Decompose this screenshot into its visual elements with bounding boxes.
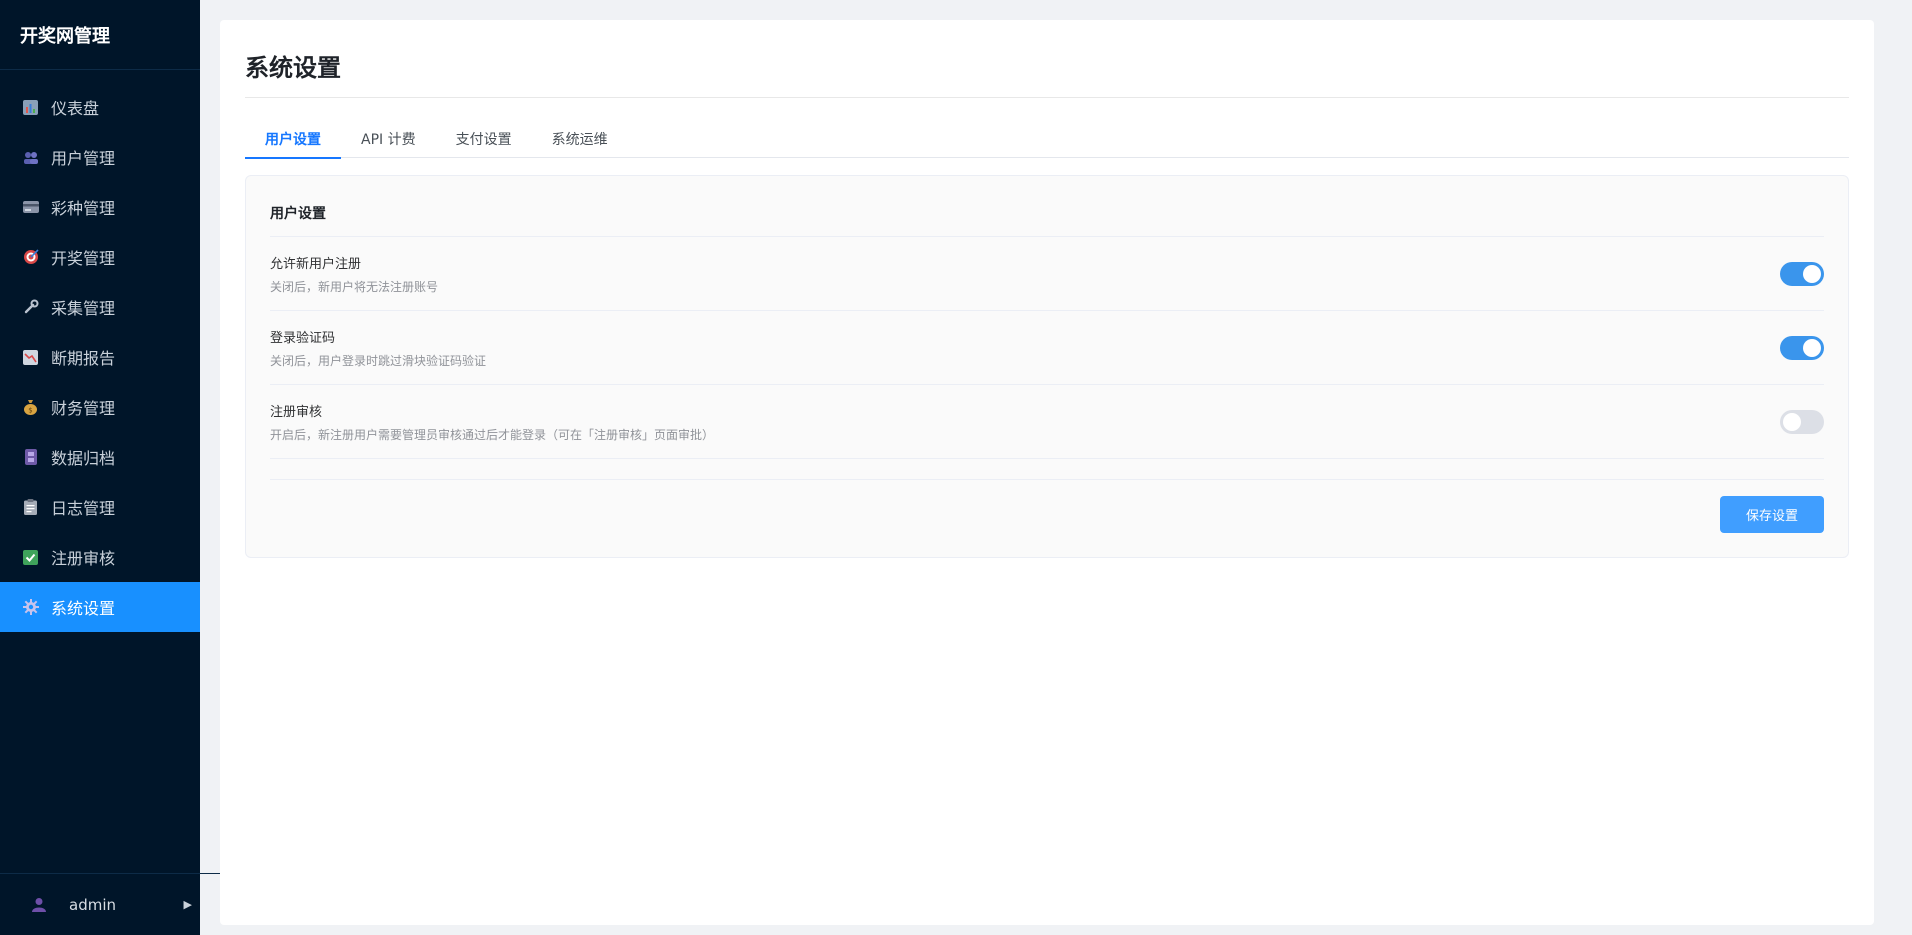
card-icon	[22, 199, 39, 216]
users-icon	[22, 149, 39, 166]
target-icon	[22, 249, 39, 266]
allow-registration-switch[interactable]	[1780, 261, 1824, 286]
setting-allow-registration: 允许新用户注册 关闭后，新用户将无法注册账号	[270, 237, 1824, 311]
sidebar-item-lottery-types[interactable]: 彩种管理	[0, 182, 200, 232]
setting-label: 登录验证码	[270, 330, 336, 346]
archive-icon	[22, 449, 39, 466]
setting-login-captcha: 登录验证码 关闭后，用户登录时跳过滑块验证码验证	[270, 311, 1824, 385]
setting-text: 登录验证码 关闭后，用户登录时跳过滑块验证码验证	[270, 327, 1780, 369]
sidebar-item-label: 用户管理	[51, 149, 116, 168]
sidebar-item-draws[interactable]: 开奖管理	[0, 232, 200, 282]
sidebar-item-label: 断期报告	[51, 349, 116, 368]
switch-knob	[1803, 264, 1821, 283]
app-root: 开奖网管理 仪表盘 用户管理 彩种管理 开奖管理 采集管理 断期报告 $ 财务管…	[0, 0, 1912, 935]
user-icon	[30, 896, 47, 913]
chart-down-icon	[22, 349, 39, 366]
sidebar-item-settings[interactable]: 系统设置	[0, 582, 200, 632]
username: admin	[69, 895, 116, 914]
registration-review-switch[interactable]	[1780, 409, 1824, 434]
setting-text: 注册审核 开启后，新注册用户需要管理员审核通过后才能登录（可在「注册审核」页面审…	[270, 401, 1780, 443]
card-actions: 保存设置	[270, 479, 1824, 533]
sidebar-item-label: 数据归档	[51, 449, 116, 468]
wrench-icon	[22, 299, 39, 316]
main-content: 系统设置 用户设置 API 计费 支付设置 系统运维 用户设置 允许新用户注册 …	[200, 0, 1912, 935]
setting-label: 允许新用户注册	[270, 256, 362, 272]
setting-description: 开启后，新注册用户需要管理员审核通过后才能登录（可在「注册审核」页面审批）	[270, 427, 715, 442]
sidebar-item-users[interactable]: 用户管理	[0, 132, 200, 182]
money-bag-icon: $	[22, 399, 39, 416]
sidebar-item-collect[interactable]: 采集管理	[0, 282, 200, 332]
sidebar-item-label: 日志管理	[51, 499, 116, 518]
settings-panel: 系统设置 用户设置 API 计费 支付设置 系统运维 用户设置 允许新用户注册 …	[220, 20, 1874, 925]
tab-api-billing[interactable]: API 计费	[341, 120, 436, 158]
setting-description: 关闭后，新用户将无法注册账号	[270, 279, 439, 294]
bar-chart-icon	[22, 99, 39, 116]
switch-knob	[1783, 412, 1801, 431]
sidebar-menu: 仪表盘 用户管理 彩种管理 开奖管理 采集管理 断期报告 $ 财务管理 数据归档…	[0, 70, 200, 632]
sidebar-item-label: 系统设置	[51, 599, 116, 618]
svg-text:$: $	[28, 407, 32, 415]
page-title: 系统设置	[245, 42, 1849, 98]
sidebar-item-label: 注册审核	[51, 549, 116, 568]
card-title: 用户设置	[270, 176, 1824, 237]
sidebar-item-finance[interactable]: $ 财务管理	[0, 382, 200, 432]
user-menu[interactable]: admin ▶	[0, 873, 220, 935]
sidebar-item-logs[interactable]: 日志管理	[0, 482, 200, 532]
setting-label: 注册审核	[270, 404, 323, 420]
caret-right-icon: ▶	[183, 898, 192, 911]
sidebar-item-gap-report[interactable]: 断期报告	[0, 332, 200, 382]
sidebar-item-dashboard[interactable]: 仪表盘	[0, 82, 200, 132]
setting-description: 关闭后，用户登录时跳过滑块验证码验证	[270, 353, 487, 368]
save-settings-button[interactable]: 保存设置	[1720, 496, 1824, 533]
tab-user-settings[interactable]: 用户设置	[245, 120, 341, 159]
clipboard-icon	[22, 499, 39, 516]
brand-title: 开奖网管理	[0, 0, 200, 70]
sidebar-item-archive[interactable]: 数据归档	[0, 432, 200, 482]
gear-icon	[22, 599, 39, 616]
sidebar-item-label: 财务管理	[51, 399, 116, 418]
setting-registration-review: 注册审核 开启后，新注册用户需要管理员审核通过后才能登录（可在「注册审核」页面审…	[270, 385, 1824, 459]
sidebar-item-register-review[interactable]: 注册审核	[0, 532, 200, 582]
sidebar: 开奖网管理 仪表盘 用户管理 彩种管理 开奖管理 采集管理 断期报告 $ 财务管…	[0, 0, 220, 935]
sidebar-item-label: 彩种管理	[51, 199, 116, 218]
sidebar-item-label: 采集管理	[51, 299, 116, 318]
tab-payment-settings[interactable]: 支付设置	[436, 120, 532, 158]
settings-tabs: 用户设置 API 计费 支付设置 系统运维	[245, 120, 1849, 159]
sidebar-item-label: 仪表盘	[51, 99, 100, 118]
check-icon	[22, 549, 39, 566]
login-captcha-switch[interactable]	[1780, 335, 1824, 360]
user-settings-card: 用户设置 允许新用户注册 关闭后，新用户将无法注册账号 登录验证码 关闭后，用户…	[245, 175, 1849, 558]
setting-text: 允许新用户注册 关闭后，新用户将无法注册账号	[270, 253, 1780, 295]
sidebar-item-label: 开奖管理	[51, 249, 116, 268]
switch-knob	[1803, 338, 1821, 357]
tab-system-ops[interactable]: 系统运维	[532, 120, 628, 158]
